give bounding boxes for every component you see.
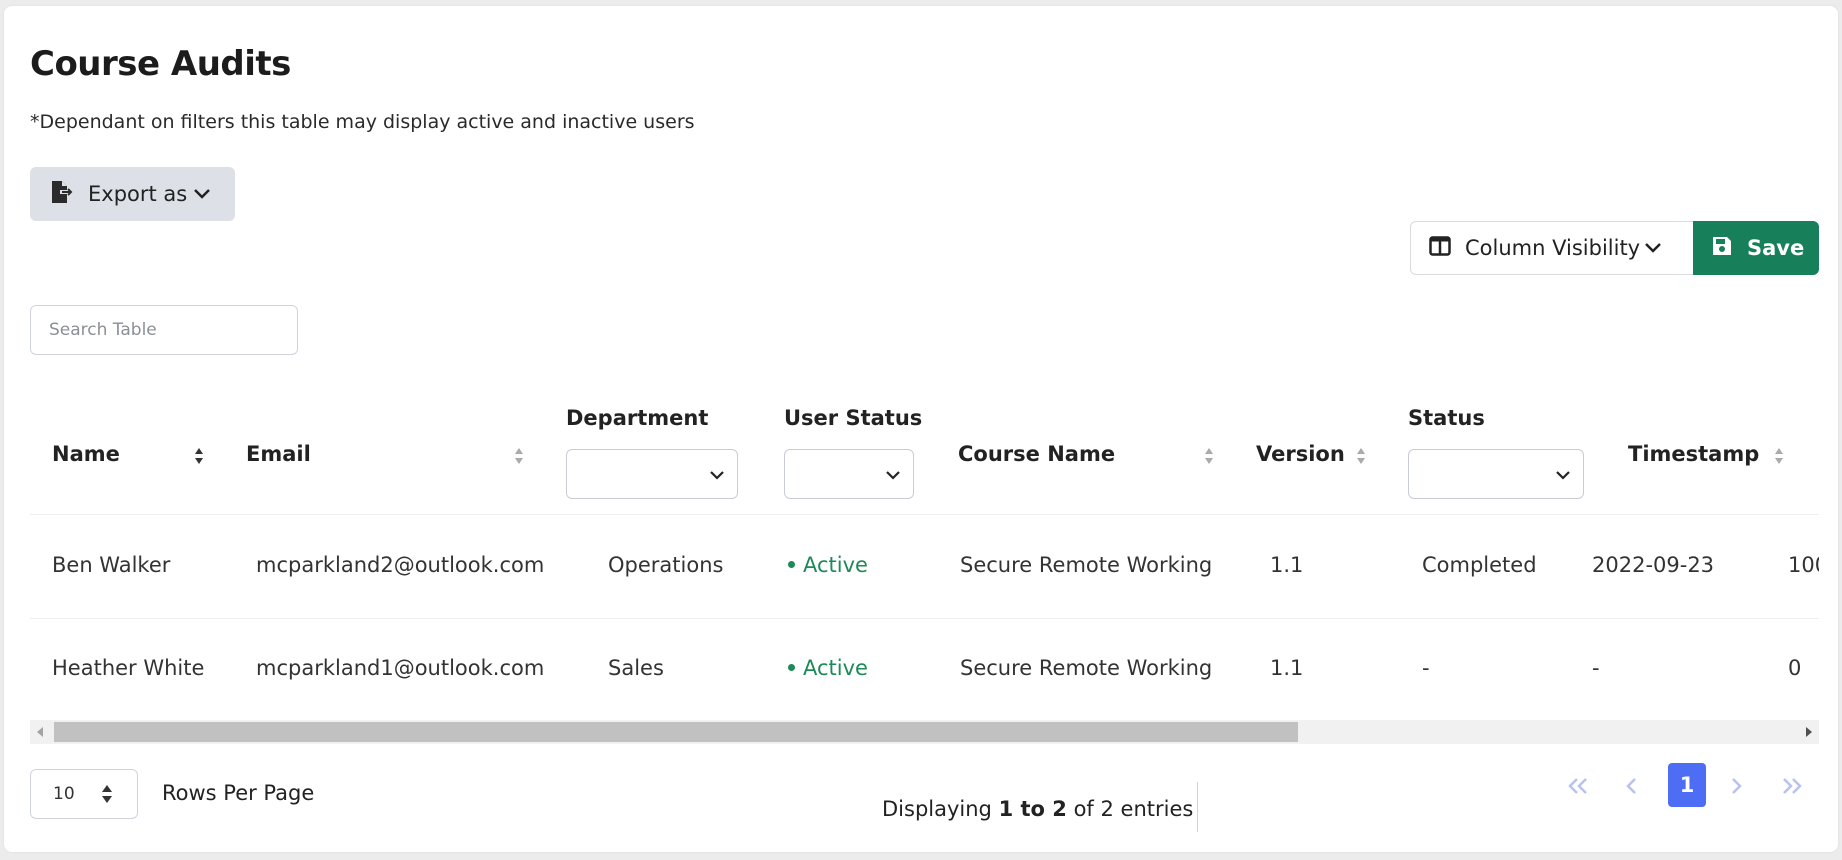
status-dot-icon — [788, 663, 795, 671]
chevron-down-icon — [709, 466, 725, 485]
department-filter-select[interactable] — [566, 449, 738, 499]
page-title: Course Audits — [30, 44, 291, 84]
first-page-icon — [1566, 777, 1590, 799]
status-dot-icon — [788, 560, 795, 568]
page-1-button[interactable]: 1 — [1668, 763, 1706, 807]
column-header-timestamp[interactable]: Timestamp — [1628, 442, 1759, 466]
chevron-down-icon — [193, 185, 211, 204]
filter-note: *Dependant on filters this table may dis… — [30, 111, 695, 133]
scroll-right-icon[interactable] — [1806, 727, 1812, 737]
save-label: Save — [1747, 236, 1805, 260]
export-as-button[interactable]: Export as — [30, 167, 235, 221]
column-header-course-name[interactable]: Course Name — [958, 442, 1115, 466]
sort-icon[interactable] — [194, 446, 204, 466]
last-page-icon — [1780, 777, 1804, 799]
cell-status: - — [1422, 656, 1430, 680]
rows-per-page-select[interactable]: 10 — [30, 769, 138, 819]
row-divider — [30, 618, 1819, 619]
up-down-icon — [101, 785, 113, 805]
audit-table: Name Email Department User Status Course… — [30, 386, 1819, 746]
search-table-input[interactable] — [30, 305, 298, 355]
save-button[interactable]: Save — [1693, 221, 1819, 275]
cell-email: mcparkland1@outlook.com — [256, 656, 545, 680]
column-visibility-button[interactable]: Column Visibility — [1410, 221, 1694, 275]
rows-per-page-value: 10 — [53, 784, 75, 804]
prev-page-icon — [1624, 777, 1640, 799]
cell-version: 1.1 — [1270, 656, 1304, 680]
cell-user-status: Active — [788, 656, 868, 680]
display-info: Displaying 1 to 2 of 2 entries — [882, 797, 1193, 821]
user-status-text: Active — [803, 656, 868, 680]
cell-extra: 100 — [1788, 553, 1819, 577]
horizontal-scrollbar[interactable] — [30, 720, 1819, 744]
display-prefix: Displaying — [882, 797, 992, 821]
column-header-status: Status — [1408, 406, 1485, 430]
rows-per-page-label: Rows Per Page — [162, 781, 315, 805]
column-header-version[interactable]: Version — [1256, 442, 1345, 466]
column-header-user-status: User Status — [784, 406, 923, 430]
chevron-down-icon — [1644, 239, 1662, 258]
cell-extra: 0 — [1788, 656, 1802, 680]
cell-email: mcparkland2@outlook.com — [256, 553, 545, 577]
column-header-department: Department — [566, 406, 709, 430]
cell-department: Operations — [608, 553, 724, 577]
scrollbar-thumb[interactable] — [54, 722, 1298, 742]
course-audits-card: Course Audits *Dependant on filters this… — [4, 6, 1838, 852]
column-header-name[interactable]: Name — [52, 442, 120, 466]
status-filter-select[interactable] — [1408, 449, 1584, 499]
cell-version: 1.1 — [1270, 553, 1304, 577]
scroll-left-icon[interactable] — [37, 727, 43, 737]
cell-course-name: Secure Remote Working — [960, 553, 1213, 577]
chevron-down-icon — [885, 466, 901, 485]
display-range: 1 to 2 — [998, 797, 1067, 821]
cell-status: Completed — [1422, 553, 1537, 577]
sort-icon[interactable] — [514, 446, 524, 466]
export-as-label: Export as — [88, 182, 188, 206]
last-page-button[interactable] — [1774, 766, 1810, 810]
cell-name: Ben Walker — [52, 553, 171, 577]
cell-department: Sales — [608, 656, 664, 680]
sort-icon[interactable] — [1774, 446, 1784, 466]
export-file-icon — [50, 179, 74, 209]
cell-timestamp: 2022-09-23 — [1592, 553, 1715, 577]
footer-divider — [1197, 782, 1198, 832]
chevron-down-icon — [1555, 466, 1571, 485]
columns-icon — [1429, 236, 1451, 260]
user-status-text: Active — [803, 553, 868, 577]
sort-icon[interactable] — [1356, 446, 1366, 466]
user-status-filter-select[interactable] — [784, 449, 914, 499]
header-divider — [30, 514, 1819, 515]
sort-icon[interactable] — [1204, 446, 1214, 466]
cell-course-name: Secure Remote Working — [960, 656, 1213, 680]
column-visibility-label: Column Visibility — [1465, 236, 1641, 260]
display-suffix: of 2 entries — [1073, 797, 1194, 821]
next-page-button[interactable] — [1718, 766, 1754, 810]
cell-timestamp: - — [1592, 656, 1600, 680]
cell-name: Heather White — [52, 656, 205, 680]
next-page-icon — [1728, 777, 1744, 799]
save-disk-icon — [1711, 235, 1733, 261]
column-header-email[interactable]: Email — [246, 442, 311, 466]
first-page-button[interactable] — [1560, 766, 1596, 810]
cell-user-status: Active — [788, 553, 868, 577]
prev-page-button[interactable] — [1614, 766, 1650, 810]
